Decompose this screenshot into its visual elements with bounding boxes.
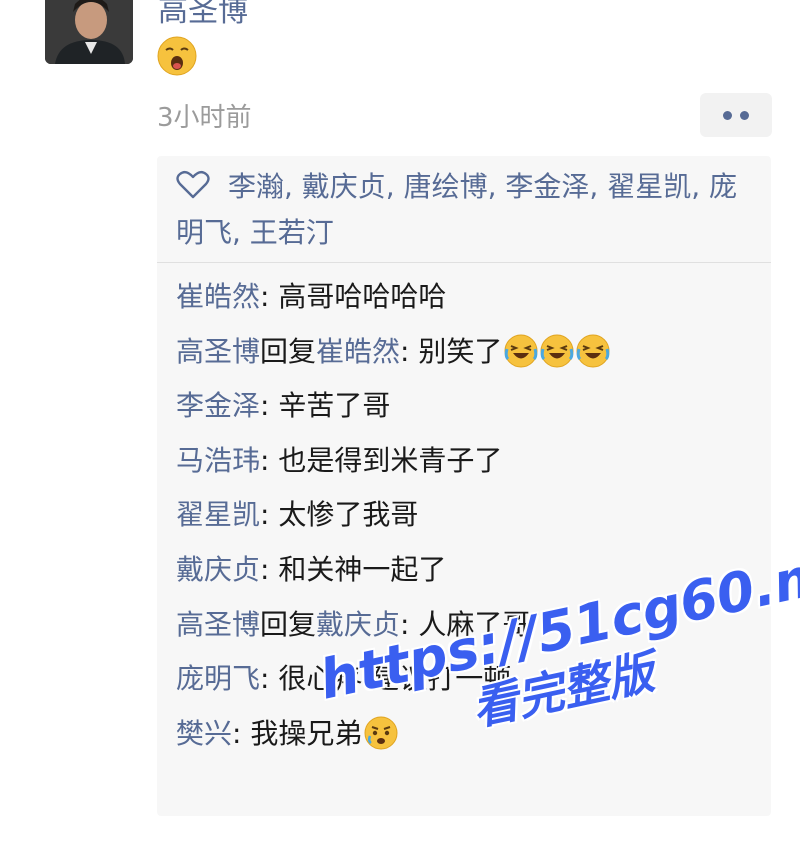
post-timestamp: 3小时前 (157, 103, 252, 133)
comment-text: 辛苦了哥 (278, 389, 391, 423)
comment-author[interactable]: 崔皓然 (176, 280, 260, 313)
laughing-crying-emoji (540, 332, 574, 368)
laughing-crying-emoji (576, 332, 610, 368)
comment-row[interactable]: 高圣博回复崔皓然: 别笑了 (176, 325, 766, 380)
comment-row[interactable]: 翟星凯: 太惨了我哥 (176, 488, 766, 543)
comment-separator: : (260, 443, 279, 477)
comment-author[interactable]: 马浩玮 (176, 444, 260, 477)
comment-row[interactable]: 马浩玮: 也是得到米青子了 (176, 434, 766, 489)
more-dot-icon (723, 110, 732, 120)
liker-names[interactable]: 李瀚, 戴庆贞, 唐绘博, 李金泽, 翟星凯, 庞明飞, 王若汀 (176, 170, 737, 249)
comment-author[interactable]: 樊兴 (176, 717, 232, 750)
comment-separator: : (400, 334, 419, 368)
heart-outline-icon (176, 168, 210, 199)
comment-separator: : (260, 280, 279, 313)
comment-separator: : (232, 716, 251, 750)
likes-list: 李瀚, 戴庆贞, 唐绘博, 李金泽, 翟星凯, 庞明飞, 王若汀 (176, 164, 756, 256)
reply-target[interactable]: 崔皓然 (316, 335, 400, 368)
post-author-name[interactable]: 高圣博 (158, 0, 248, 30)
comment-author[interactable]: 高圣博 (176, 608, 260, 641)
comment-author[interactable]: 戴庆贞 (176, 553, 260, 586)
comment-author[interactable]: 高圣博 (176, 335, 260, 368)
more-options-button[interactable] (700, 93, 772, 137)
comment-author[interactable]: 庞明飞 (176, 662, 260, 695)
comment-text: 太惨了我哥 (278, 498, 419, 532)
comment-row[interactable]: 李金泽: 辛苦了哥 (176, 379, 766, 434)
comment-separator: : (260, 389, 279, 423)
laughing-crying-emoji (504, 332, 538, 368)
reply-word: 回复 (260, 334, 317, 368)
comment-author[interactable]: 翟星凯 (176, 498, 260, 531)
reply-word: 回复 (260, 607, 317, 641)
comment-text: 别笑了 (418, 334, 503, 368)
comment-separator: : (260, 552, 279, 586)
comment-separator: : (260, 498, 279, 532)
divider (157, 262, 771, 263)
comment-row[interactable]: 崔皓然: 高哥哈哈哈哈 (176, 270, 766, 325)
comment-separator: : (260, 662, 279, 696)
comment-text: 高哥哈哈哈哈 (278, 280, 447, 313)
more-dot-icon (740, 110, 749, 120)
comment-text: 也是得到米青子了 (278, 443, 503, 477)
comment-author[interactable]: 李金泽 (176, 389, 260, 422)
yawning-face-emoji (157, 36, 197, 76)
comment-text: 和关神一起了 (278, 552, 447, 586)
avatar[interactable] (45, 0, 133, 64)
